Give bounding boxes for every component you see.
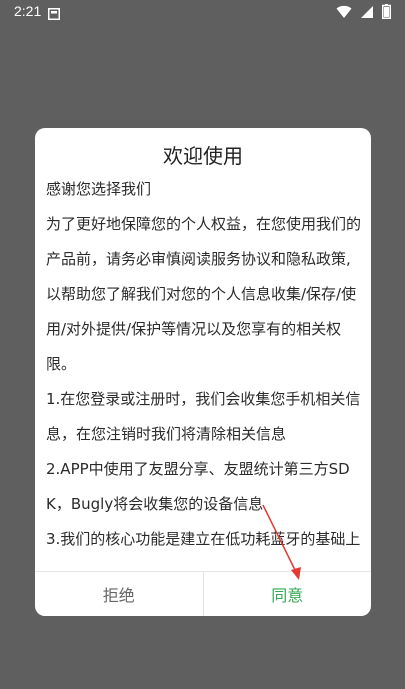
battery-icon (382, 4, 391, 23)
notification-icon (48, 5, 60, 20)
status-bar: 2:21 (0, 0, 405, 24)
agree-button[interactable]: 同意 (204, 572, 372, 616)
wifi-icon (336, 4, 352, 23)
privacy-paragraph: 为了更好地保障您的个人权益，在您使用我们的产品前，请务必审慎阅读服务协议和隐私政… (46, 215, 362, 373)
dialog-body[interactable]: 感谢您选择我们 为了更好地保障您的个人权益，在您使用我们的产品前，请务必审慎阅读… (46, 172, 364, 572)
third-party-paragraph: 2.APP中使用了友盟分享、友盟统计第三方SDK，Bugly将会收集您的设备信息 (46, 460, 350, 513)
dialog-actions: 拒绝 同意 (35, 571, 371, 616)
core-function-paragraph: 3.我们的核心功能是建立在低功耗蓝牙的基础上 (46, 530, 361, 548)
dialog-title: 欢迎使用 (163, 144, 243, 168)
reject-button[interactable]: 拒绝 (35, 572, 204, 616)
status-icons (336, 4, 391, 23)
welcome-dialog: 欢迎使用 感谢您选择我们 为了更好地保障您的个人权益，在您使用我们的产品前，请务… (35, 128, 371, 616)
collection-paragraph: 1.在您登录或注册时，我们会收集您手机相关信息，在您注销时我们将清除相关信息 (46, 390, 361, 443)
signal-icon (360, 4, 374, 23)
intro-paragraph: 感谢您选择我们 (46, 180, 152, 198)
status-time: 2:21 (14, 3, 42, 19)
